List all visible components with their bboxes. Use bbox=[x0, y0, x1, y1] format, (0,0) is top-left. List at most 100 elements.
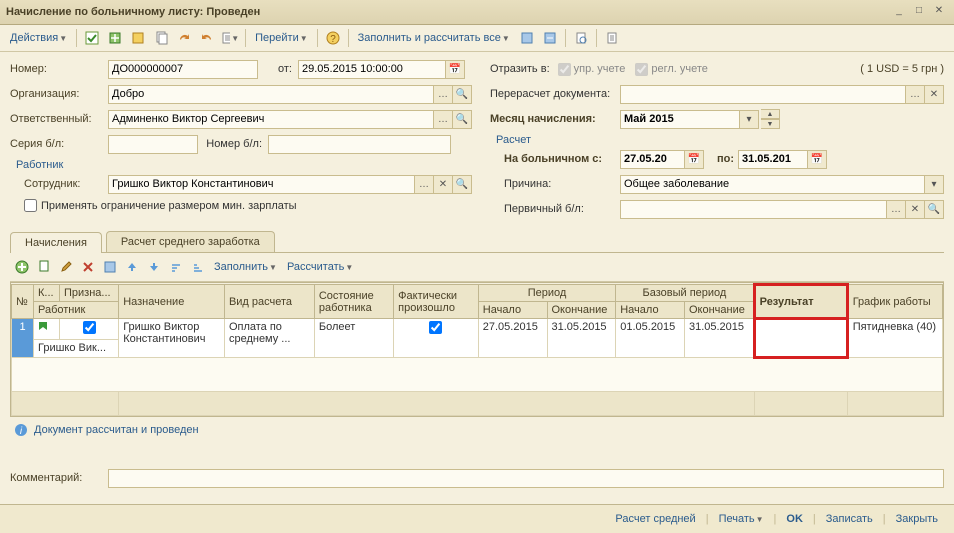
number-input[interactable] bbox=[108, 60, 258, 79]
reason-input[interactable] bbox=[620, 175, 925, 194]
sick-to-input[interactable] bbox=[738, 150, 808, 169]
refresh-icon[interactable] bbox=[100, 257, 120, 277]
delete-row-icon[interactable] bbox=[78, 257, 98, 277]
select-icon[interactable]: … bbox=[906, 85, 925, 104]
col-bend[interactable]: Окончание bbox=[684, 302, 754, 319]
print-button[interactable]: Печать▼ bbox=[713, 510, 770, 528]
col-prizn[interactable]: Призна... bbox=[59, 285, 118, 302]
org-input[interactable] bbox=[108, 85, 434, 104]
col-pstart[interactable]: Начало bbox=[478, 302, 547, 319]
close-button[interactable]: ✕ bbox=[930, 4, 948, 20]
close-window-button[interactable]: Закрыть bbox=[890, 510, 944, 528]
bottom-bar: Расчет средней | Печать▼ | OK | Записать… bbox=[0, 504, 954, 533]
clear-icon[interactable]: ✕ bbox=[906, 200, 925, 219]
calendar-icon[interactable]: 📅 bbox=[446, 60, 465, 79]
recalc-input[interactable] bbox=[620, 85, 906, 104]
numbl-input[interactable] bbox=[268, 135, 451, 154]
date-label: от: bbox=[258, 63, 298, 75]
month-input[interactable] bbox=[620, 110, 740, 129]
open-icon[interactable]: 🔍 bbox=[453, 85, 472, 104]
post-icon[interactable] bbox=[105, 28, 125, 48]
col-worker[interactable]: Работник bbox=[34, 302, 119, 319]
worker-section-label: Работник bbox=[16, 159, 472, 171]
cell-result[interactable] bbox=[754, 319, 847, 358]
add-row-icon[interactable] bbox=[12, 257, 32, 277]
calendar-icon[interactable]: 📅 bbox=[685, 150, 704, 169]
tab-accruals[interactable]: Начисления bbox=[10, 232, 102, 253]
cell-bend: 31.05.2015 bbox=[684, 319, 754, 358]
form2-icon[interactable] bbox=[540, 28, 560, 48]
redo-icon[interactable] bbox=[174, 28, 194, 48]
col-calctype[interactable]: Вид расчета bbox=[224, 285, 314, 319]
clear-icon[interactable]: ✕ bbox=[434, 175, 453, 194]
cell-bstart: 01.05.2015 bbox=[616, 319, 685, 358]
fillcalc-menu[interactable]: Заполнить и рассчитать все▼ bbox=[354, 30, 514, 46]
open-icon[interactable]: 🔍 bbox=[453, 175, 472, 194]
month-label: Месяц начисления: bbox=[490, 113, 620, 125]
help-icon[interactable]: ? bbox=[323, 28, 343, 48]
col-fact[interactable]: Фактически произошло bbox=[394, 285, 479, 319]
limit-checkbox[interactable] bbox=[24, 199, 37, 212]
table-row[interactable]: 1 Гришко Виктор Константинович Оплата по… bbox=[12, 319, 943, 340]
minimize-button[interactable]: _ bbox=[890, 4, 908, 20]
prizn-checkbox[interactable] bbox=[83, 321, 96, 334]
preview-icon[interactable] bbox=[571, 28, 591, 48]
goto-menu[interactable]: Перейти▼ bbox=[251, 30, 312, 46]
save-icon[interactable] bbox=[128, 28, 148, 48]
open-icon[interactable]: 🔍 bbox=[453, 110, 472, 129]
copy-icon[interactable] bbox=[151, 28, 171, 48]
sick-to-label: по: bbox=[704, 153, 738, 165]
list-icon[interactable]: ▼ bbox=[220, 28, 240, 48]
primary-input[interactable] bbox=[620, 200, 887, 219]
col-assign[interactable]: Назначение bbox=[119, 285, 225, 319]
cell-pstart: 27.05.2015 bbox=[478, 319, 547, 358]
select-icon[interactable]: … bbox=[887, 200, 906, 219]
col-base[interactable]: Базовый период bbox=[616, 285, 754, 302]
tab-average[interactable]: Расчет среднего заработка bbox=[106, 231, 275, 252]
select-icon[interactable]: … bbox=[434, 85, 453, 104]
undo-icon[interactable] bbox=[197, 28, 217, 48]
col-state[interactable]: Состояние работника bbox=[314, 285, 393, 319]
col-period[interactable]: Период bbox=[478, 285, 615, 302]
save-button[interactable]: Записать bbox=[820, 510, 879, 528]
ok-button[interactable]: OK bbox=[780, 510, 809, 528]
col-pend[interactable]: Окончание bbox=[547, 302, 616, 319]
calc-menu[interactable]: Рассчитать▼ bbox=[283, 259, 357, 275]
comment-input[interactable] bbox=[108, 469, 944, 488]
move-down-icon[interactable] bbox=[144, 257, 164, 277]
form1-icon[interactable] bbox=[517, 28, 537, 48]
resp-input[interactable] bbox=[108, 110, 434, 129]
cell-calctype: Оплата по среднему ... bbox=[224, 319, 314, 358]
spin-down-icon[interactable]: ▼ bbox=[761, 119, 780, 129]
employee-input[interactable] bbox=[108, 175, 415, 194]
dropdown-icon[interactable]: ▾ bbox=[925, 175, 944, 194]
run-icon[interactable] bbox=[82, 28, 102, 48]
select-icon[interactable]: … bbox=[415, 175, 434, 194]
select-icon[interactable]: … bbox=[434, 110, 453, 129]
move-up-icon[interactable] bbox=[122, 257, 142, 277]
calendar-icon[interactable]: 📅 bbox=[808, 150, 827, 169]
edit-row-icon[interactable] bbox=[56, 257, 76, 277]
clear-icon[interactable]: ✕ bbox=[925, 85, 944, 104]
copy-row-icon[interactable] bbox=[34, 257, 54, 277]
calc-avg-button[interactable]: Расчет средней bbox=[609, 510, 701, 528]
report-icon[interactable] bbox=[602, 28, 622, 48]
col-bstart[interactable]: Начало bbox=[616, 302, 685, 319]
fill-menu[interactable]: Заполнить▼ bbox=[210, 259, 281, 275]
fact-checkbox[interactable] bbox=[429, 321, 442, 334]
actions-menu[interactable]: Действия▼ bbox=[6, 30, 71, 46]
sort-desc-icon[interactable] bbox=[188, 257, 208, 277]
col-k[interactable]: К... bbox=[34, 285, 60, 302]
maximize-button[interactable]: □ bbox=[910, 4, 928, 20]
sick-from-input[interactable] bbox=[620, 150, 685, 169]
series-input[interactable] bbox=[108, 135, 198, 154]
date-input[interactable] bbox=[298, 60, 446, 79]
col-n[interactable]: № bbox=[12, 285, 34, 319]
col-result[interactable]: Результат bbox=[754, 285, 847, 319]
spin-up-icon[interactable]: ▲ bbox=[761, 109, 780, 119]
dropdown-icon[interactable]: ▾ bbox=[740, 110, 759, 129]
titlebar: Начисление по больничному листу: Проведе… bbox=[0, 0, 954, 25]
open-icon[interactable]: 🔍 bbox=[925, 200, 944, 219]
sort-asc-icon[interactable] bbox=[166, 257, 186, 277]
col-schedule[interactable]: График работы bbox=[847, 285, 942, 319]
